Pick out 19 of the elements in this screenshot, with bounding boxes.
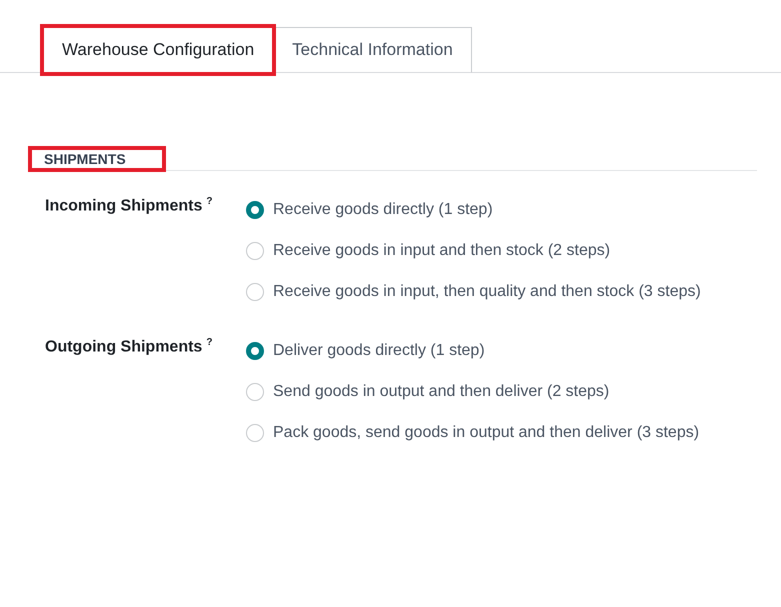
- option-label[interactable]: Receive goods in input and then stock (2 steps): [273, 242, 610, 260]
- option-label[interactable]: Send goods in output and then deliver (2 steps): [273, 382, 610, 400]
- tab[interactable]: Technical Information: [273, 27, 472, 73]
- radio-button[interactable]: [246, 242, 264, 260]
- field-label: Outgoing Shipments: [45, 338, 202, 356]
- help-tooltip[interactable]: ?: [206, 196, 212, 207]
- option-label[interactable]: Deliver goods directly (1 step): [273, 342, 485, 360]
- radio-button[interactable]: [246, 424, 264, 442]
- option-label[interactable]: Receive goods directly (1 step): [273, 200, 493, 218]
- option-label[interactable]: Pack goods, send goods in output and then deliver (3 steps): [273, 424, 700, 442]
- radio-button[interactable]: [246, 342, 264, 360]
- radio-button[interactable]: [246, 200, 264, 218]
- tab[interactable]: Warehouse Configuration: [43, 27, 274, 73]
- help-tooltip[interactable]: ?: [206, 337, 212, 348]
- radio-button[interactable]: [246, 382, 264, 400]
- section-heading: SHIPMENTS: [30, 148, 164, 170]
- field-label: Incoming Shipments: [45, 197, 202, 214]
- radio-button[interactable]: [246, 282, 264, 300]
- option-label[interactable]: Receive goods in input, then quality and then stock (3 steps): [273, 282, 701, 300]
